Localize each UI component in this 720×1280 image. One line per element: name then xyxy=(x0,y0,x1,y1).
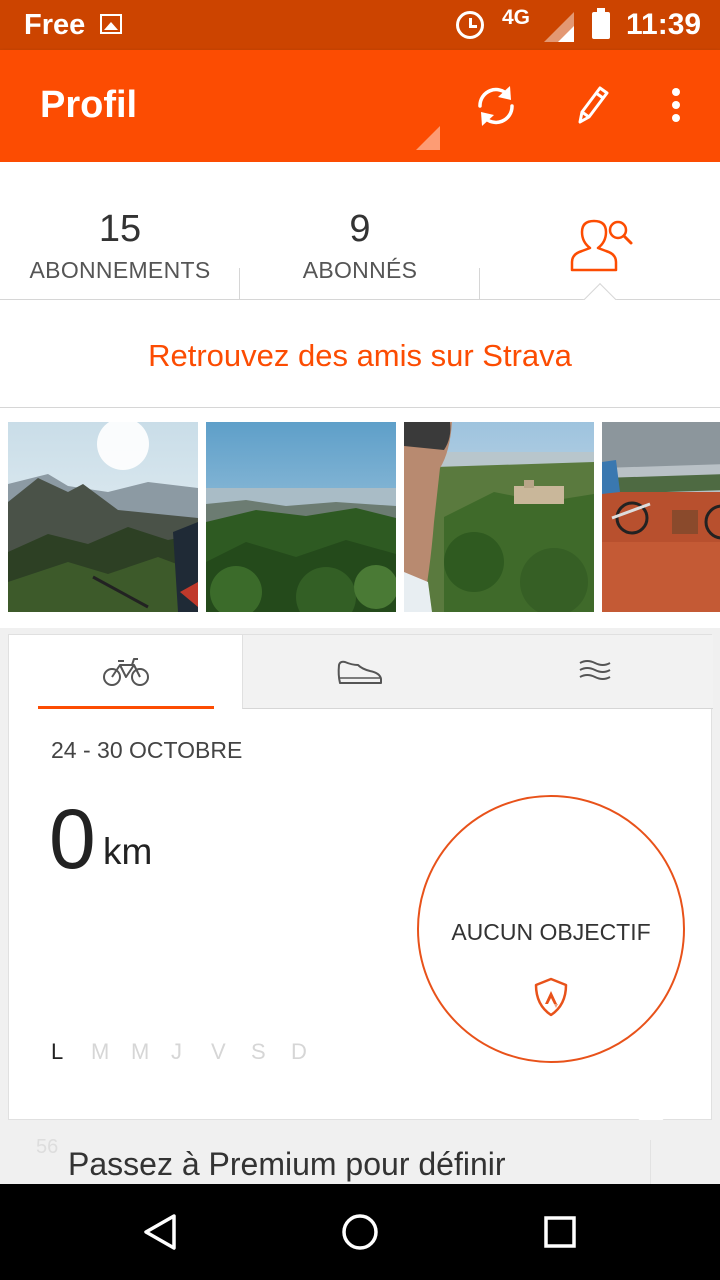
forest-view-photo xyxy=(206,422,396,612)
following-stat[interactable]: 15 ABONNEMENTS xyxy=(0,162,240,300)
system-nav-bar xyxy=(0,1184,720,1280)
app-bar: Profil xyxy=(0,50,720,162)
edit-profile-button[interactable] xyxy=(566,80,618,132)
battery-icon xyxy=(592,8,610,39)
weekday-label: J xyxy=(171,1039,182,1064)
premium-banner[interactable]: 56 Passez à Premium pour définir xyxy=(0,1120,720,1184)
following-count: 15 xyxy=(98,208,142,250)
profile-stats: 15 ABONNEMENTS 9 ABONNÉS xyxy=(0,162,720,317)
activity-photo[interactable] xyxy=(8,422,198,612)
goal-circle[interactable]: AUCUN OBJECTIF xyxy=(417,795,685,1063)
tab-ride[interactable] xyxy=(9,635,242,709)
alarm-icon xyxy=(456,11,484,39)
recents-icon xyxy=(544,1216,576,1248)
activity-photo[interactable] xyxy=(404,422,594,612)
signal-icon xyxy=(544,12,574,42)
distance-unit: km xyxy=(103,831,153,872)
sport-tabs xyxy=(9,635,713,709)
shoe-icon xyxy=(337,660,382,684)
premium-upsell-text: Passez à Premium pour définir xyxy=(68,1146,506,1182)
edit-icon xyxy=(578,86,609,124)
background-number: 56 xyxy=(36,1136,59,1158)
find-friends-link[interactable]: Retrouvez des amis sur Strava xyxy=(0,338,720,374)
more-options-button[interactable] xyxy=(650,80,702,132)
weekday-row: LMMJVSD xyxy=(51,1039,331,1065)
following-label: ABONNEMENTS xyxy=(29,257,211,283)
week-date-range: 24 - 30 OCTOBRE xyxy=(51,737,243,763)
activity-photo[interactable] xyxy=(602,422,720,612)
swim-icon xyxy=(579,660,610,680)
find-friends-banner: Retrouvez des amis sur Strava xyxy=(0,300,720,408)
followers-stat[interactable]: 9 ABONNÉS xyxy=(240,162,480,300)
bike-icon xyxy=(102,658,149,686)
mountain-landscape-photo xyxy=(8,422,198,612)
weekday-label: V xyxy=(211,1039,226,1064)
weekday-label: M xyxy=(91,1039,110,1064)
weekly-activity-card: 24 - 30 OCTOBRE 0 km LMMJVSD AUCUN OBJEC… xyxy=(8,634,713,1120)
page-title: Profil xyxy=(40,84,138,126)
network-type: 4G xyxy=(502,6,531,29)
home-icon xyxy=(342,1214,378,1250)
recents-button[interactable] xyxy=(540,1212,580,1252)
weekday-label: M xyxy=(131,1039,150,1064)
refresh-button[interactable] xyxy=(470,80,522,132)
more-vert-icon xyxy=(672,88,680,122)
weekly-distance: 0 xyxy=(49,792,96,886)
refresh-icon xyxy=(478,86,514,126)
selfie-village-photo xyxy=(404,422,594,612)
status-clock: 11:39 xyxy=(626,8,702,41)
find-friends-button[interactable] xyxy=(480,162,720,300)
weekday-label: L xyxy=(51,1039,64,1064)
home-button[interactable] xyxy=(340,1212,380,1252)
tab-swim[interactable] xyxy=(476,635,713,709)
followers-label: ABONNÉS xyxy=(302,257,418,283)
selected-tab-indicator xyxy=(38,706,214,709)
back-button[interactable] xyxy=(140,1212,180,1252)
carrier-name: Free xyxy=(24,9,86,41)
weekday-label: D xyxy=(291,1039,307,1064)
status-bar: Free 4G 11:39 xyxy=(0,0,720,50)
back-icon xyxy=(144,1214,176,1250)
image-icon xyxy=(100,14,122,34)
weekday-label: S xyxy=(251,1039,266,1064)
cyclists-red-dirt-photo xyxy=(602,422,720,612)
dropdown-indicator-icon[interactable] xyxy=(416,126,440,150)
strava-shield-icon xyxy=(534,977,568,1017)
tab-run[interactable] xyxy=(242,635,476,709)
activity-photo[interactable] xyxy=(206,422,396,612)
divider xyxy=(650,1140,651,1184)
followers-count: 9 xyxy=(349,208,371,250)
find-friends-icon xyxy=(570,219,633,272)
photo-strip xyxy=(0,408,720,628)
goal-label: AUCUN OBJECTIF xyxy=(451,919,651,945)
